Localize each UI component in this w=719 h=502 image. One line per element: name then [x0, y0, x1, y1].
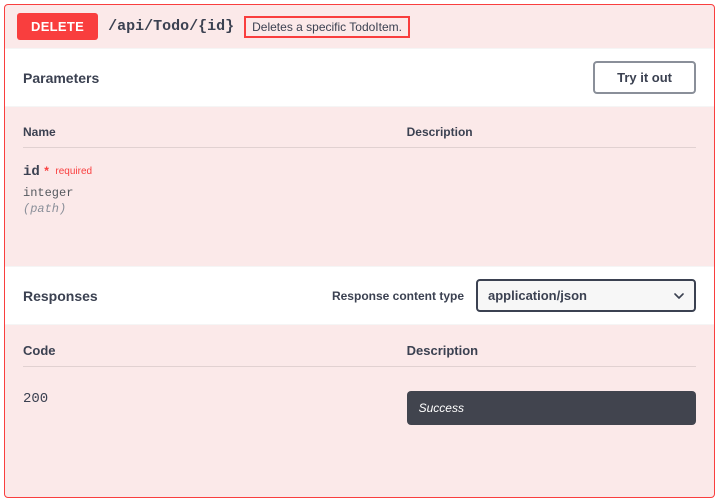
divider [23, 147, 696, 148]
parameters-columns-header: Name Description [5, 107, 714, 147]
column-name-header: Name [23, 125, 407, 139]
column-description-header-2: Description [407, 343, 696, 358]
parameter-location: (path) [23, 202, 696, 216]
parameter-name: id [23, 164, 40, 180]
parameter-row: id * required integer (path) [5, 162, 714, 266]
operation-header[interactable]: DELETE /api/Todo/{id} Deletes a specific… [5, 5, 714, 48]
http-method-badge: DELETE [17, 13, 98, 40]
column-code-header: Code [23, 343, 407, 358]
endpoint-path: /api/Todo/{id} [108, 18, 234, 35]
content-type-selected-value: application/json [488, 288, 587, 303]
response-description: Success [407, 391, 696, 425]
required-label: required [55, 166, 92, 177]
response-content-type-label: Response content type [332, 289, 464, 303]
api-operation-panel: DELETE /api/Todo/{id} Deletes a specific… [4, 4, 715, 498]
column-description-header: Description [407, 125, 696, 139]
divider [23, 366, 696, 367]
parameter-type: integer [23, 186, 696, 200]
try-it-out-button[interactable]: Try it out [593, 61, 696, 94]
responses-columns-header: Code Description [5, 325, 714, 366]
response-row: 200 Success [5, 381, 714, 443]
response-code: 200 [23, 391, 407, 407]
responses-title: Responses [23, 288, 98, 304]
parameters-section-header: Parameters Try it out [5, 48, 714, 107]
content-type-select[interactable]: application/json [476, 279, 696, 312]
chevron-down-icon [674, 291, 684, 301]
parameters-title: Parameters [23, 70, 99, 86]
responses-section-header: Responses Response content type applicat… [5, 266, 714, 325]
operation-summary: Deletes a specific TodoItem. [244, 16, 410, 38]
required-star-icon: * [44, 164, 49, 178]
